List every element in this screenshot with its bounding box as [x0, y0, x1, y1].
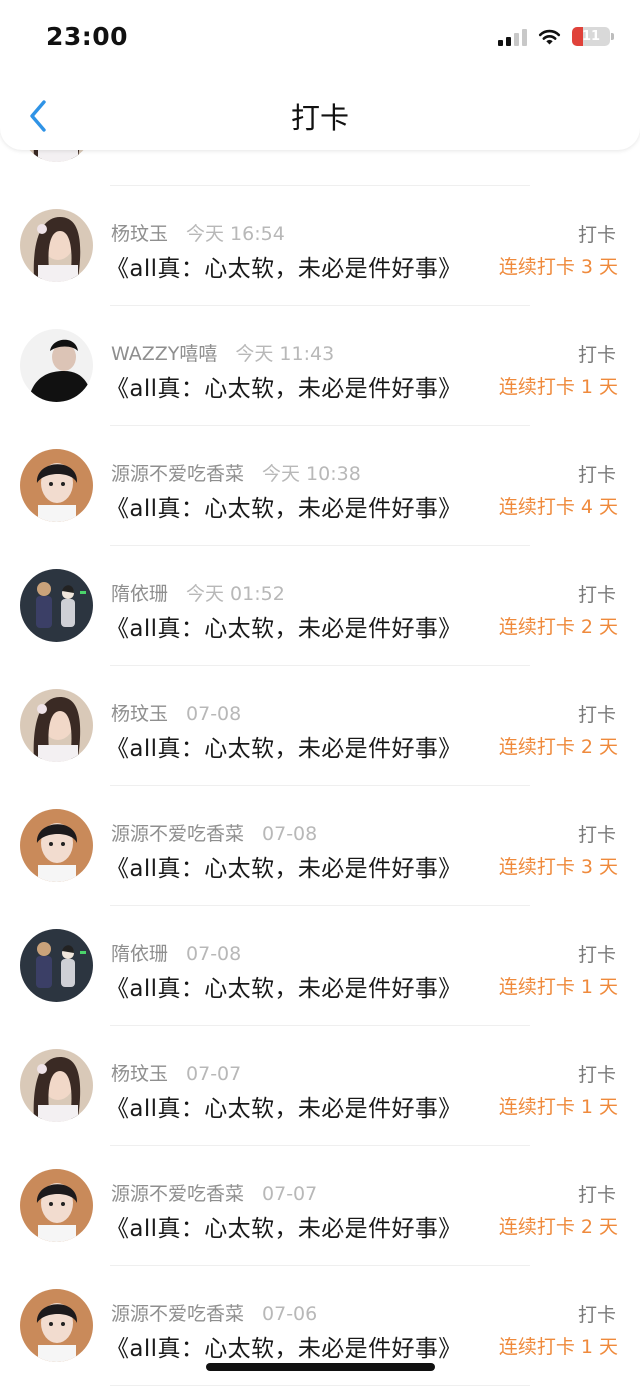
avatar[interactable]	[20, 1289, 93, 1362]
row-meta: 源源不爱吃香菜 07-08	[111, 819, 317, 846]
checkin-tag: 打卡	[577, 824, 616, 846]
row-meta: 杨玟玉 07-08	[111, 699, 241, 726]
streak-badge: 连续打卡 3 天	[498, 256, 618, 278]
checkin-time: 今天 01:52	[186, 583, 285, 605]
checkin-tag: 打卡	[577, 944, 616, 966]
battery-icon: 11	[572, 27, 614, 46]
streak-badge: 连续打卡 1 天	[498, 376, 618, 398]
user-name[interactable]: 杨玟玉	[111, 1063, 168, 1085]
list-item[interactable]: WAZZY嘻嘻 今天 11:43 《all真：心太软，未必是件好事》 打卡连续打卡 1…	[0, 306, 640, 426]
navigation-header: 23:00 11 打卡	[0, 0, 640, 150]
checkin-tag: 打卡	[577, 584, 616, 606]
cellular-signal-icon	[498, 28, 527, 46]
checkin-time: 07-07	[262, 1183, 318, 1205]
book-title: 《all真：心太软，未必是件好事》	[106, 1216, 462, 1242]
book-title: 《all真：心太软，未必是件好事》	[106, 256, 462, 282]
streak-badge: 连续打卡 2 天	[498, 616, 618, 638]
streak-badge: 连续打卡 2 天	[498, 1216, 618, 1238]
book-title: 《all真：心太软，未必是件好事》	[106, 976, 462, 1002]
row-meta: 杨玟玉 今天 16:54	[111, 219, 285, 246]
user-name[interactable]: 源源不爱吃香菜	[111, 1183, 244, 1205]
checkin-tag: 打卡	[577, 464, 616, 486]
user-name[interactable]: 杨玟玉	[111, 223, 168, 245]
user-name[interactable]: 源源不爱吃香菜	[111, 823, 244, 845]
checkin-tag: 打卡	[577, 1184, 616, 1206]
list-item[interactable]: 源源不爱吃香菜 07-07 《all真：心太软，未必是件好事》 打卡连续打卡 2 天	[0, 1146, 640, 1266]
row-meta: 隋依珊 今天 01:52	[111, 579, 285, 606]
streak-badge: 连续打卡 3 天	[498, 856, 618, 878]
user-name[interactable]: 杨玟玉	[111, 703, 168, 725]
status-time: 23:00	[46, 22, 129, 51]
book-title: 《all真：心太软，未必是件好事》	[106, 1096, 462, 1122]
book-title: 《all真：心太软，未必是件好事》	[106, 616, 462, 642]
list-item[interactable]: 杨玟玉 07-08 《all真：心太软，未必是件好事》 打卡连续打卡 2 天	[0, 666, 640, 786]
list-item[interactable]: 源源不爱吃香菜 今天 10:38 《all真：心太软，未必是件好事》 打卡连续打卡 4…	[0, 426, 640, 546]
avatar[interactable]	[20, 569, 93, 642]
row-meta: 隋依珊 07-08	[111, 939, 241, 966]
avatar[interactable]	[20, 209, 93, 282]
list-item[interactable]: 杨玟玉 07-07 《all真：心太软，未必是件好事》 打卡连续打卡 1 天	[0, 1026, 640, 1146]
book-title: 《all真：心太软，未必是件好事》	[106, 1336, 462, 1362]
row-meta: WAZZY嘻嘻 今天 11:43	[111, 339, 334, 366]
list-item[interactable]: 隋依珊 今天 01:52 《all真：心太软，未必是件好事》 打卡连续打卡 2 天	[0, 546, 640, 666]
checkin-time: 07-06	[262, 1303, 318, 1325]
book-title: 《all真：心太软，未必是件好事》	[106, 736, 462, 762]
checkin-time: 07-07	[186, 1063, 242, 1085]
avatar[interactable]	[20, 329, 93, 402]
avatar[interactable]	[20, 929, 93, 1002]
checkin-tag: 打卡	[577, 224, 616, 246]
page-title: 打卡	[290, 101, 349, 135]
avatar[interactable]	[20, 1169, 93, 1242]
row-meta: 源源不爱吃香菜 07-06	[111, 1299, 317, 1326]
user-name[interactable]: 隋依珊	[111, 943, 168, 965]
user-name[interactable]: WAZZY嘻嘻	[111, 343, 217, 365]
checkin-time: 07-08	[262, 823, 318, 845]
user-name[interactable]: 隋依珊	[111, 583, 168, 605]
row-meta: 源源不爱吃香菜 今天 10:38	[111, 459, 361, 486]
status-icons: 11	[498, 27, 614, 46]
list-item[interactable]: 杨玟玉 今天 16:54 《all真：心太软，未必是件好事》 打卡连续打卡 3 天	[0, 186, 640, 306]
checkin-time: 今天 10:38	[262, 463, 361, 485]
wifi-icon	[538, 29, 561, 45]
book-title: 《all真：心太软，未必是件好事》	[106, 376, 462, 402]
home-indicator	[206, 1363, 435, 1371]
checkin-tag: 打卡	[577, 1064, 616, 1086]
checkin-time: 07-08	[186, 943, 242, 965]
row-meta: 杨玟玉 07-07	[111, 1059, 241, 1086]
user-name[interactable]: 源源不爱吃香菜	[111, 463, 244, 485]
checkin-time: 今天 16:54	[186, 223, 285, 245]
checkin-tag: 打卡	[577, 1304, 616, 1326]
list-item[interactable]: 源源不爱吃香菜 07-08 《all真：心太软，未必是件好事》 打卡连续打卡 3 天	[0, 786, 640, 906]
checkin-list: 杨玟玉 今天 16:54 《all真：心太软，未必是件好事》 打卡 连续打卡 3 天 WA…	[0, 66, 640, 1386]
list-item[interactable]: 隋依珊 07-08 《all真：心太软，未必是件好事》 打卡连续打卡 1 天	[0, 906, 640, 1026]
streak-badge: 连续打卡 4 天	[498, 496, 618, 518]
book-title: 《all真：心太软，未必是件好事》	[106, 496, 462, 522]
avatar[interactable]	[20, 689, 93, 762]
user-name[interactable]: 源源不爱吃香菜	[111, 1303, 244, 1325]
streak-badge: 连续打卡 1 天	[498, 1096, 618, 1118]
battery-level: 11	[581, 29, 601, 44]
checkin-time: 07-08	[186, 703, 242, 725]
streak-badge: 连续打卡 1 天	[498, 1336, 618, 1358]
checkin-tag: 打卡	[577, 704, 616, 726]
checkin-tag: 打卡	[577, 344, 616, 366]
row-meta: 源源不爱吃香菜 07-07	[111, 1179, 317, 1206]
book-title: 《all真：心太软，未必是件好事》	[106, 856, 462, 882]
checkin-time: 今天 11:43	[235, 343, 335, 365]
streak-badge: 连续打卡 2 天	[498, 736, 618, 758]
avatar[interactable]	[20, 809, 93, 882]
avatar[interactable]	[20, 449, 93, 522]
avatar[interactable]	[20, 1049, 93, 1122]
streak-badge: 连续打卡 1 天	[498, 976, 618, 998]
